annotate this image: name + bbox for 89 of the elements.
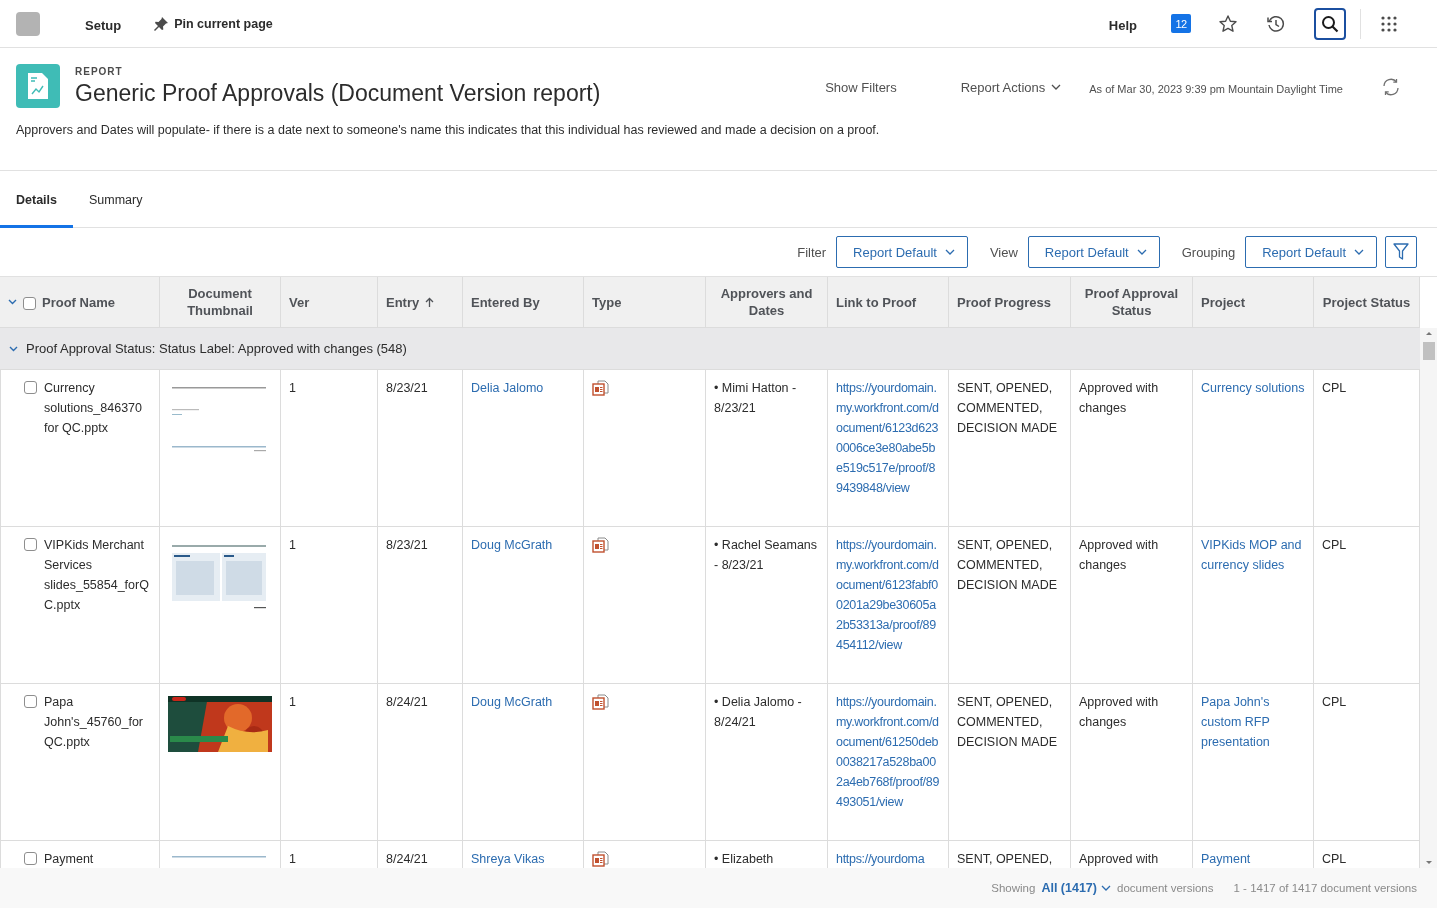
column-header[interactable]: Entry <box>386 293 420 311</box>
notification-badge[interactable]: 12 <box>1171 14 1191 33</box>
dropdown[interactable]: Report Default <box>1245 236 1377 268</box>
row-checkbox[interactable] <box>24 538 37 551</box>
app-grid-icon[interactable] <box>1381 15 1397 32</box>
presentation-file-icon <box>592 537 609 554</box>
table-cell: 8/23/21 <box>378 527 463 683</box>
dropdown[interactable]: Report Default <box>836 236 968 268</box>
setup-link[interactable]: Setup <box>85 14 122 33</box>
show-filters-button[interactable]: Show Filters <box>825 80 897 95</box>
pin-icon <box>153 15 170 32</box>
table-cell: 1 <box>281 370 378 526</box>
presentation-file-icon <box>592 380 609 397</box>
search-icon <box>1321 14 1339 33</box>
chevron-down-icon <box>1101 884 1111 892</box>
column-header[interactable]: Entered By <box>471 293 540 311</box>
row-checkbox[interactable] <box>24 852 37 865</box>
toolbar-label: Filter <box>797 244 827 260</box>
chevron-down-icon <box>1136 248 1147 256</box>
page-eyebrow: REPORT <box>75 66 124 77</box>
table-cell: 8/24/21 <box>378 684 463 840</box>
chevron-down-icon <box>1051 84 1062 91</box>
table-cell: 1 <box>281 684 378 840</box>
footer-label: document versions <box>1117 882 1214 894</box>
timestamp: As of Mar 30, 2023 9:39 pm Mountain Daylight Time <box>1089 83 1343 95</box>
count-dropdown[interactable]: All (1417) <box>1041 881 1111 895</box>
project-link[interactable]: VIPKids MOP and currency slides <box>1193 527 1314 683</box>
report-actions-menu[interactable]: Report Actions <box>960 80 1062 95</box>
row-checkbox[interactable] <box>24 381 37 394</box>
history-icon[interactable] <box>1266 13 1286 34</box>
row-checkbox[interactable] <box>24 695 37 708</box>
chevron-down-icon <box>1354 248 1364 256</box>
user-link[interactable]: Delia Jalomo <box>463 370 584 526</box>
column-header[interactable]: Link to Proof <box>836 293 917 311</box>
record-range: 1 - 1417 of 1417 document versions <box>1233 882 1417 894</box>
table-cell: 1 <box>281 527 378 683</box>
column-header[interactable]: Ver <box>289 293 310 311</box>
column-header[interactable]: Approvers and Dates <box>714 285 819 319</box>
column-header[interactable]: Proof Approval Status <box>1079 285 1184 319</box>
toolbar-label: Grouping <box>1181 244 1236 260</box>
proof-link[interactable]: https://yourdomain.my.workfront.com/document/6123d6230006ce3e80abe5be519c517e/proof/89439848/view <box>828 370 949 526</box>
table-cell: SENT, OPENED, COMMENTED, DECISION MADE <box>949 370 1071 526</box>
report-title: Generic Proof Approvals (Document Version report) <box>75 80 601 107</box>
tab[interactable]: Details <box>0 171 73 228</box>
filter-button[interactable] <box>1385 236 1417 268</box>
table-cell: Approved with changes <box>1071 684 1193 840</box>
column-header[interactable]: Proof Progress <box>957 293 1051 311</box>
column-header[interactable]: Type <box>592 293 622 311</box>
filter-icon <box>1393 243 1409 261</box>
table-cell: • Rachel Seamans - 8/23/21 <box>706 527 828 683</box>
table-cell: SENT, OPENED, COMMENTED, DECISION MADE <box>949 527 1071 683</box>
table-cell-text: VIPKids Merchant Services slides_55854_forQC.pptx <box>44 537 150 614</box>
pin-page-button[interactable]: Pin current page <box>153 15 273 32</box>
collapse-all-icon[interactable] <box>8 299 17 305</box>
proof-link[interactable]: https://yourdomain.my.workfront.com/document/61250deb0038217a528ba002a4eb768f/proof/89493051/view <box>828 684 949 840</box>
toolbar-label: View <box>989 244 1018 260</box>
select-all-checkbox[interactable] <box>23 297 36 310</box>
table-cell: 8/23/21 <box>378 370 463 526</box>
project-link[interactable]: Papa John's custom RFP presentation <box>1193 684 1314 840</box>
column-header[interactable]: Proof Name <box>42 293 115 311</box>
refresh-icon[interactable] <box>1381 78 1401 96</box>
dropdown[interactable]: Report Default <box>1027 236 1160 268</box>
group-header[interactable]: Proof Approval Status: Status Label: Approved with changes (548) <box>0 328 1420 370</box>
star-icon[interactable] <box>1218 13 1238 34</box>
chevron-down-icon <box>944 248 955 256</box>
tab[interactable]: Summary <box>73 171 159 228</box>
report-description: Approvers and Dates will populate- if there is a date next to someone's name this indicates that this individual has reviewed and made a decision on a proof. <box>16 123 881 137</box>
help-link[interactable]: Help <box>1108 14 1137 33</box>
user-link[interactable]: Doug McGrath <box>463 684 584 840</box>
table-cell-text: Currency solutions_846370 for QC.pptx <box>44 380 143 437</box>
chevron-down-icon[interactable] <box>9 345 18 352</box>
search-button[interactable] <box>1314 7 1346 40</box>
table-cell-text: Payment <box>44 851 94 868</box>
table-cell: Approved with changes <box>1071 370 1193 526</box>
table-cell-text: Papa John's_45760_forQC.pptx <box>44 694 144 751</box>
project-link[interactable]: Currency solutions <box>1193 370 1314 526</box>
user-link[interactable]: Doug McGrath <box>463 527 584 683</box>
proof-link[interactable]: https://yourdomain.my.workfront.com/document/6123fabf00201a29be30605a2b53313a/proof/89454112/view <box>828 527 949 683</box>
report-icon <box>16 64 60 108</box>
presentation-file-icon <box>592 694 609 711</box>
table-cell: Approved with changes <box>1071 527 1193 683</box>
column-header[interactable]: Project Status <box>1322 293 1411 311</box>
sort-ascending-icon[interactable] <box>425 296 435 308</box>
footer-label: Showing <box>991 882 1036 894</box>
table-cell: SENT, OPENED, COMMENTED, DECISION MADE <box>949 684 1071 840</box>
table-cell: • Delia Jalomo - 8/24/21 <box>706 684 828 840</box>
column-header[interactable]: Project <box>1201 293 1246 311</box>
column-header[interactable]: Document Thumbnail <box>168 285 272 319</box>
table-cell: • Mimi Hatton - 8/23/21 <box>706 370 828 526</box>
